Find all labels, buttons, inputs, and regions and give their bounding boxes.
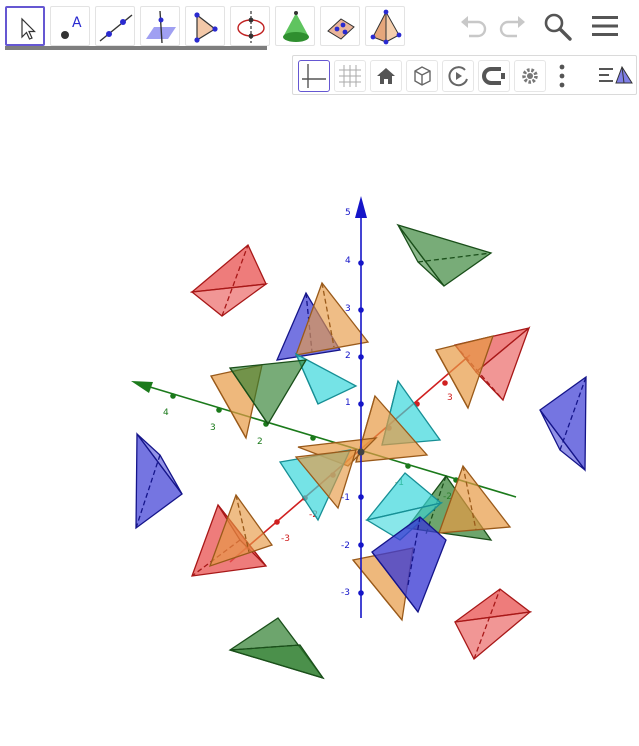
pyramid-icon [370, 9, 402, 45]
y-tick-label: 2 [257, 437, 263, 447]
z-tick-label: 2 [345, 351, 351, 361]
standard-view-button[interactable] [370, 60, 402, 92]
home-view-icon [377, 68, 395, 84]
x-tick-label: -3 [281, 534, 290, 544]
perpendicular-plane-line-icon [146, 10, 176, 44]
line-tool-button[interactable] [95, 6, 135, 46]
pyramid-tool-button[interactable] [365, 6, 405, 46]
y-tick-label: 4 [163, 408, 169, 418]
red-tetrahedron [189, 243, 269, 317]
net-tool-button[interactable] [320, 6, 360, 46]
axes-toggle-button[interactable] [298, 60, 330, 92]
z-tick-label: -2 [341, 541, 350, 551]
move-tool-button[interactable] [5, 6, 45, 46]
line-through-two-points-icon [99, 14, 133, 42]
cone-tool-button[interactable] [275, 6, 315, 46]
rotate-view-icon [448, 66, 468, 87]
projection-button[interactable] [478, 60, 510, 92]
polygon-tool-button[interactable] [185, 6, 225, 46]
undo-icon[interactable] [457, 10, 491, 42]
perpendicular-line-tool-button[interactable] [140, 6, 180, 46]
grid-toggle-button[interactable] [334, 60, 366, 92]
z-tick-label: 5 [345, 208, 351, 218]
settings-gear-icon [522, 68, 538, 84]
svg-text:A: A [72, 15, 82, 31]
cube-view-icon [414, 66, 431, 86]
z-axis-arrowhead [355, 196, 367, 218]
menu-icon[interactable] [588, 10, 622, 42]
blue-tetrahedron [135, 432, 183, 530]
red-tetrahedron [454, 588, 533, 661]
rotate-view-button[interactable] [442, 60, 474, 92]
point-with-label-icon: A [61, 15, 82, 39]
projection-icon [482, 67, 505, 85]
triangle-polygon-icon [194, 12, 218, 43]
intersect-tool-button[interactable] [230, 6, 270, 46]
blue-tetrahedron [539, 375, 587, 472]
z-tick-label: -3 [341, 588, 350, 598]
main-toolbar: A [0, 0, 639, 50]
y-axis-arrowhead [131, 381, 153, 393]
net-of-polyhedron-icon [327, 18, 355, 40]
green-tetrahedron [396, 223, 493, 287]
more-vertical-icon[interactable] [555, 62, 569, 90]
z-tick-label: 3 [345, 304, 351, 314]
cone-icon [283, 11, 309, 42]
y-tick-label: 3 [210, 423, 216, 433]
point-tool-button[interactable]: A [50, 6, 90, 46]
redo-icon[interactable] [495, 10, 529, 42]
view-style-toggle-icon[interactable] [596, 61, 634, 91]
grid-icon [339, 65, 361, 87]
toolbar-scroll-indicator [5, 46, 267, 50]
graphics-3d-view[interactable]: 4 3 2 -1 -2 3 -2 -3 [0, 96, 639, 746]
axes-icon [302, 64, 326, 88]
intersect-curve-icon [237, 11, 265, 43]
graphics-style-bar [292, 55, 637, 95]
green-tetrahedron [228, 617, 325, 680]
x-tick-label: 3 [447, 393, 453, 403]
origin-point [357, 448, 365, 456]
graphics-settings-button[interactable] [514, 60, 546, 92]
z-tick-label: 1 [345, 398, 351, 408]
z-tick-label: -1 [341, 493, 350, 503]
view-direction-button[interactable] [406, 60, 438, 92]
cursor-arrow-icon [21, 17, 36, 40]
z-tick-label: 4 [345, 256, 351, 266]
search-icon[interactable] [541, 10, 575, 42]
